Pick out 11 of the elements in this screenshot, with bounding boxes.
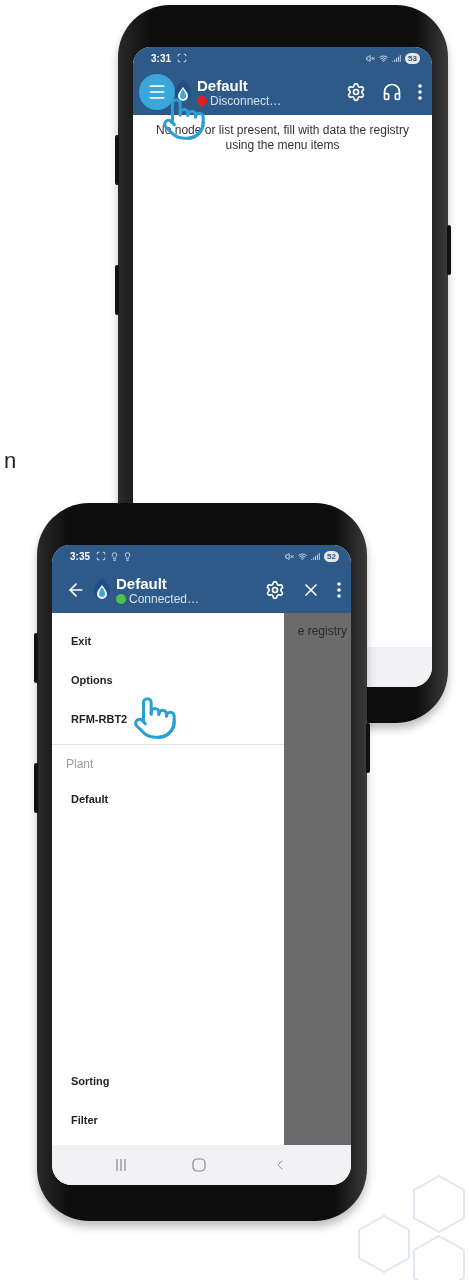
battery-level: 52 (324, 550, 339, 562)
cut-off-text: n (4, 448, 17, 474)
connection-status: Disconnect… (210, 93, 282, 108)
section-header: Plant (65, 756, 95, 773)
status-time: 3:31 (151, 52, 171, 64)
connection-status: Connected… (129, 591, 200, 606)
app-title: Default (197, 76, 249, 94)
dimmed-text: e registry (297, 624, 347, 638)
status-time: 3:35 (70, 550, 90, 562)
battery-level: 53 (405, 52, 420, 64)
app-title: Default (116, 574, 168, 592)
